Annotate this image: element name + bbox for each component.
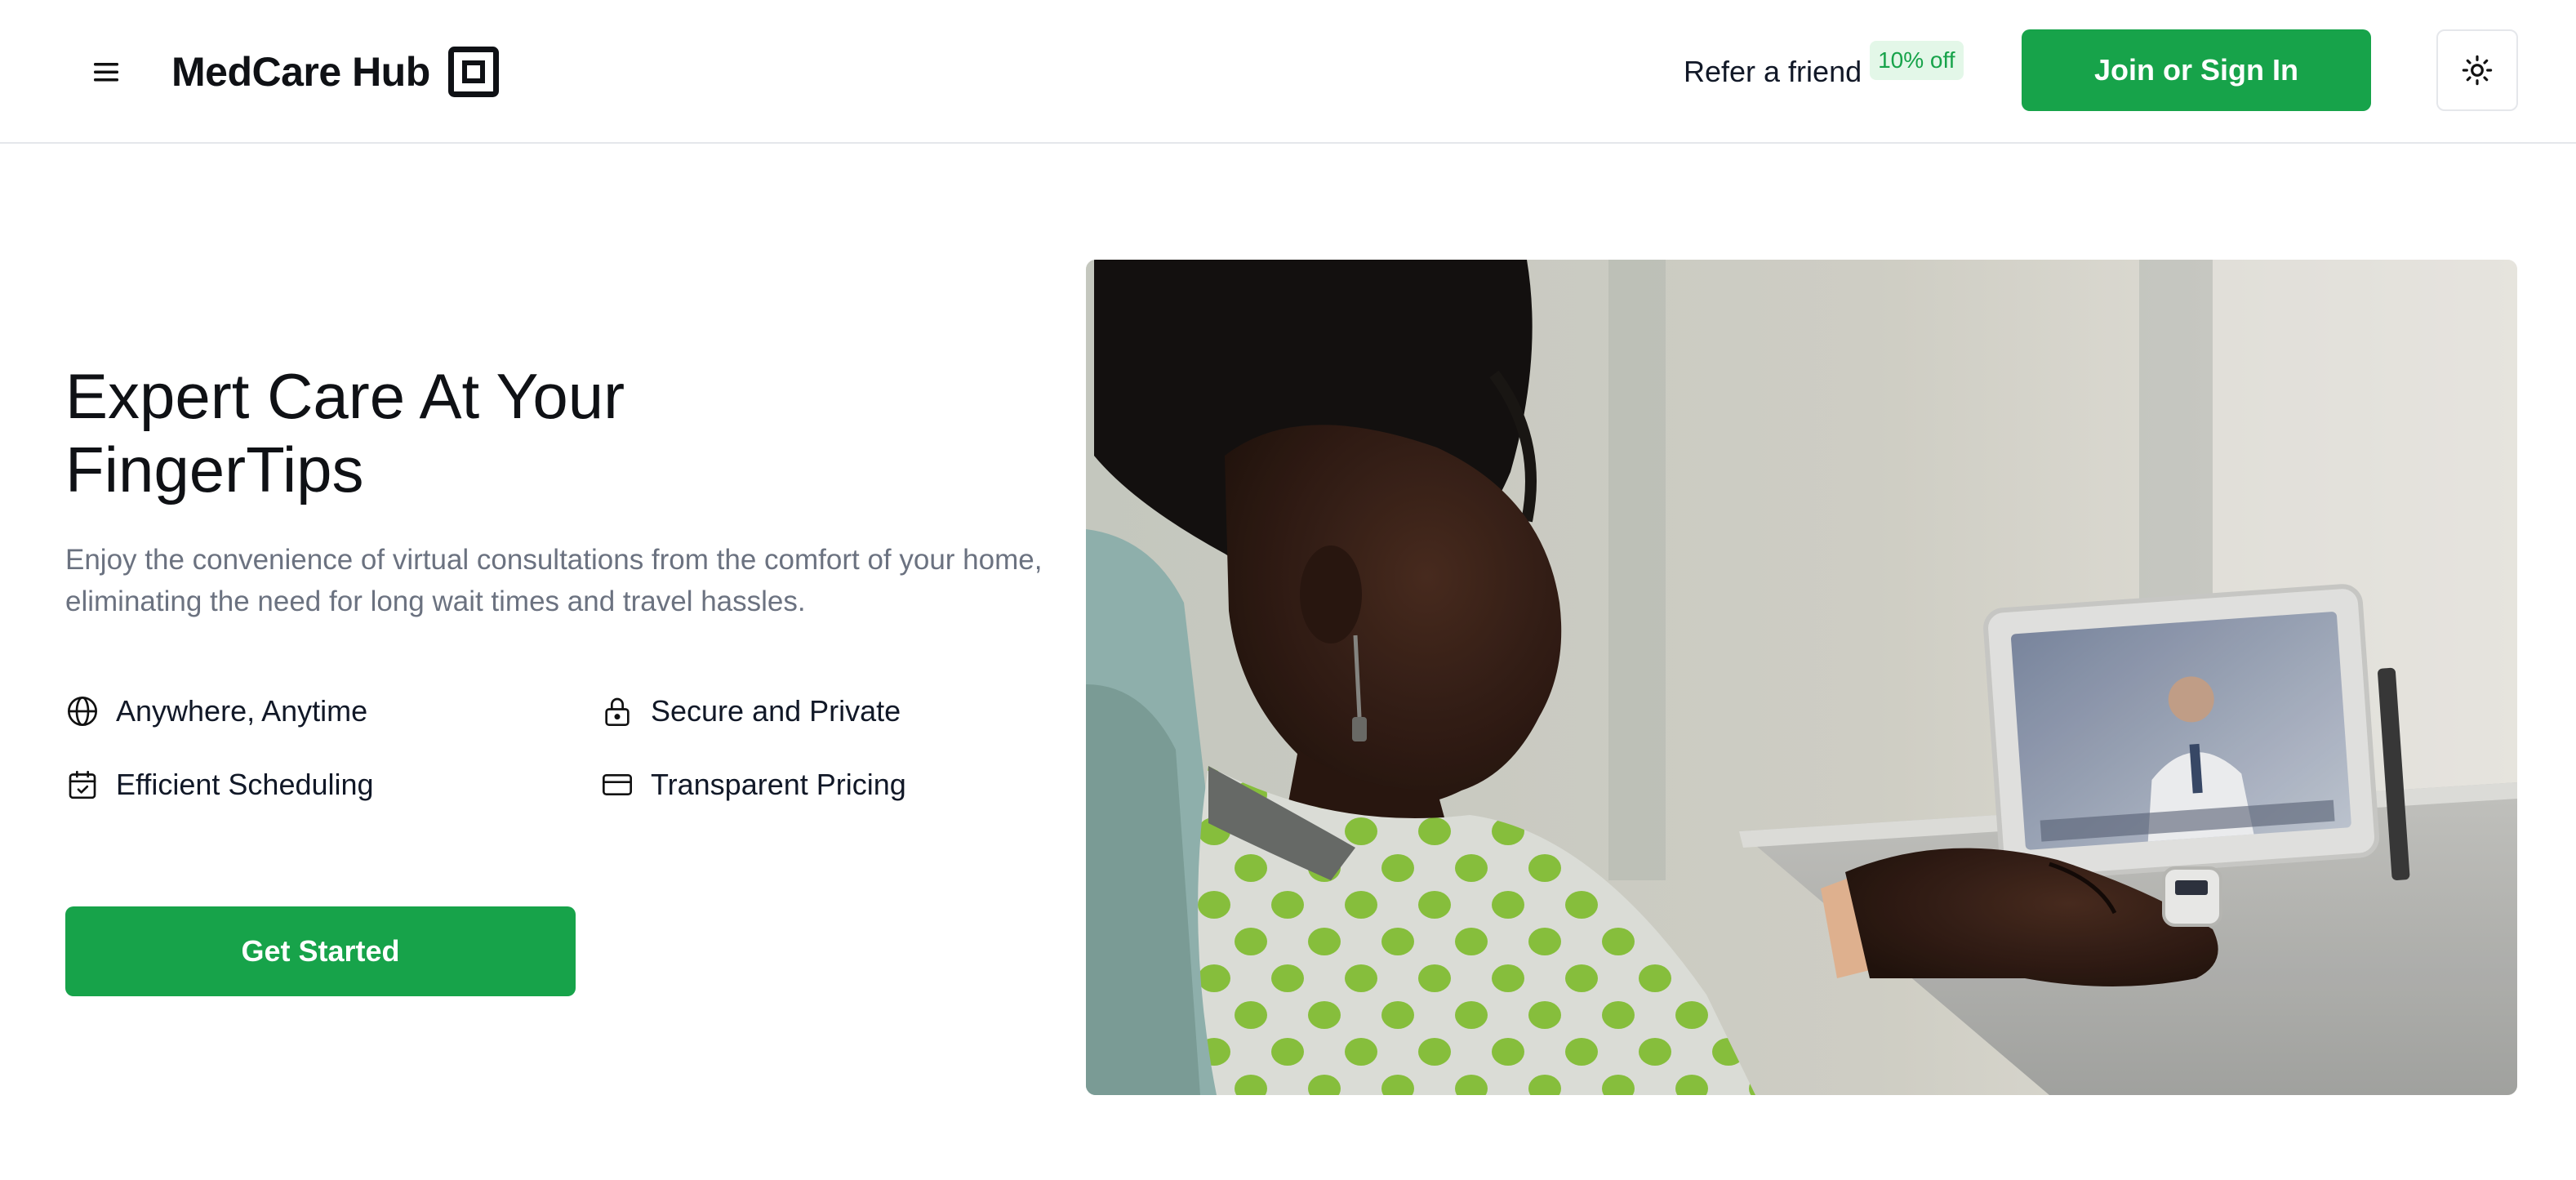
hamburger-menu-icon — [94, 63, 118, 82]
feature-item: Secure and Private — [600, 691, 1045, 732]
feature-list: Anywhere, Anytime Secure and Private Eff… — [65, 691, 1045, 805]
join-or-sign-in-button[interactable]: Join or Sign In — [2022, 29, 2371, 111]
hero-title-line-2: FingerTips — [65, 434, 364, 505]
feature-label: Secure and Private — [651, 694, 901, 728]
hero-title: Expert Care At Your FingerTips — [65, 359, 1045, 506]
hero-title-line-1: Expert Care At Your — [65, 360, 625, 432]
globe-icon — [65, 694, 100, 728]
refer-a-friend-link[interactable]: Refer a friend 10% off — [1684, 36, 1964, 108]
top-navbar: MedCare Hub Refer a friend 10% off Join … — [0, 0, 2576, 144]
feature-label: Transparent Pricing — [651, 768, 906, 801]
feature-item: Efficient Scheduling — [65, 764, 600, 805]
hamburger-menu-button[interactable] — [82, 49, 131, 95]
feature-item: Transparent Pricing — [600, 764, 1045, 805]
credit-card-icon — [600, 768, 634, 802]
brand-name: MedCare Hub — [171, 49, 430, 95]
feature-item: Anywhere, Anytime — [65, 691, 600, 732]
hero-image-telehealth-patient — [1086, 260, 2517, 1095]
feature-label: Anywhere, Anytime — [116, 694, 368, 728]
get-started-button[interactable]: Get Started — [65, 906, 576, 996]
square-logo-icon — [447, 47, 499, 97]
theme-toggle-button[interactable] — [2436, 29, 2518, 111]
lock-icon — [600, 694, 634, 728]
hero-description: Enjoy the convenience of virtual consult… — [65, 544, 1043, 617]
refer-label: Refer a friend — [1684, 55, 1862, 88]
discount-badge: 10% off — [1870, 41, 1964, 80]
sun-icon — [2462, 55, 2493, 86]
brand-logo-link[interactable]: MedCare Hub — [171, 41, 499, 103]
feature-label: Efficient Scheduling — [116, 768, 374, 801]
calendar-check-icon — [65, 768, 100, 802]
